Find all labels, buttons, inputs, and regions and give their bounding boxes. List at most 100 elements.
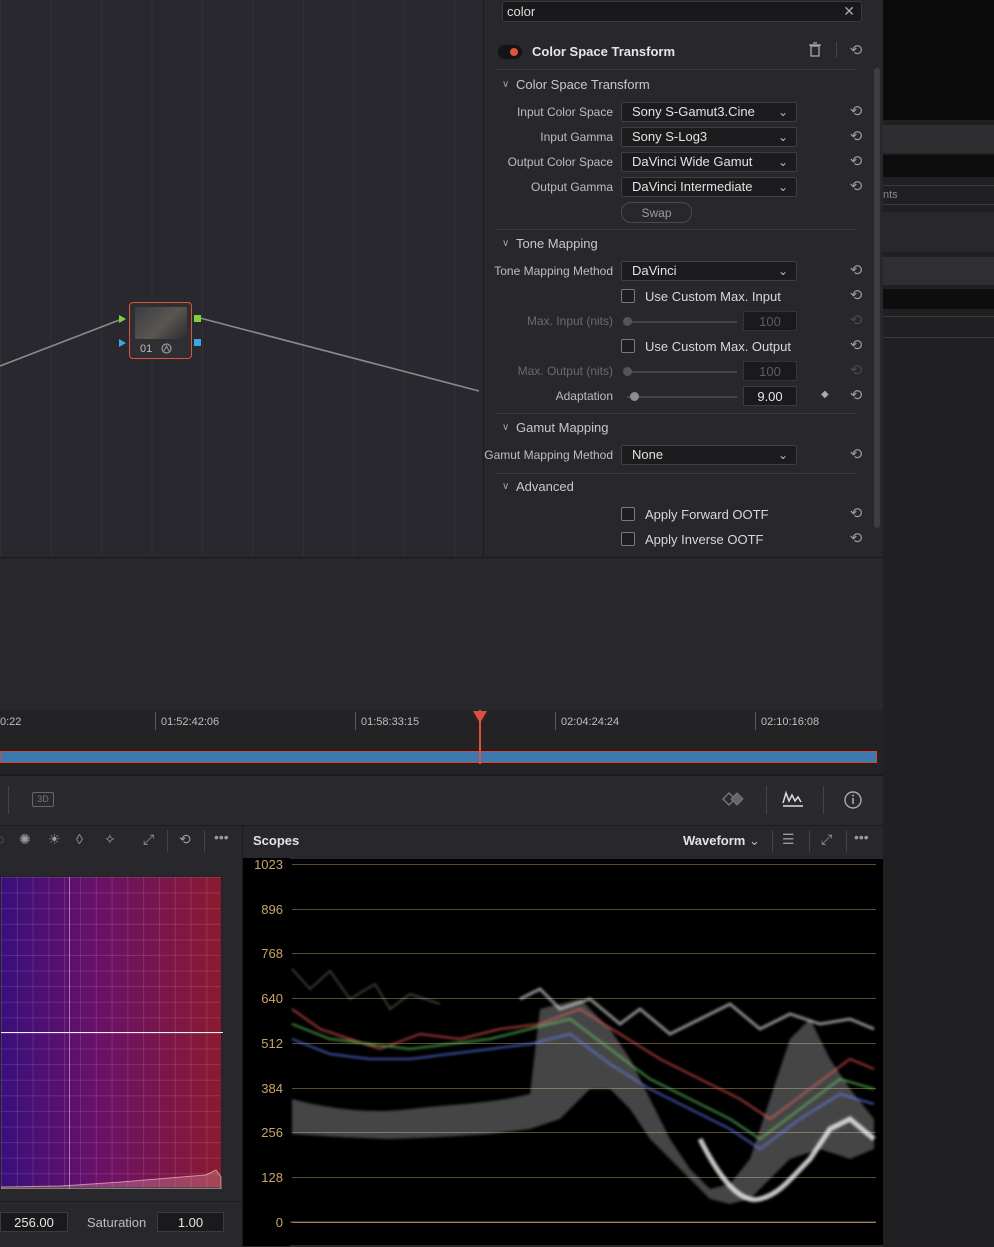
y-axis-label: 256 <box>261 1125 283 1140</box>
section-title-advanced[interactable]: Advanced <box>516 479 574 494</box>
input-gamma-dropdown[interactable]: Sony S-Log3 ⌄ <box>621 127 797 147</box>
effect-enable-toggle[interactable] <box>498 45 522 59</box>
apply-forward-ootf-checkbox[interactable] <box>621 507 635 521</box>
more-options-icon[interactable]: ••• <box>854 829 869 845</box>
search-input[interactable] <box>503 2 833 21</box>
lum-vs-sat-icon[interactable]: ◊ <box>76 831 83 847</box>
dropdown-value: Sony S-Log3 <box>632 129 708 144</box>
curve-graph[interactable] <box>0 876 223 1189</box>
search-field[interactable]: ✕ <box>502 1 862 22</box>
section-title-color-space[interactable]: Color Space Transform <box>516 77 650 92</box>
chevron-down-icon[interactable]: ∨ <box>502 238 509 249</box>
timeline-clip[interactable] <box>0 751 877 763</box>
dropdown-value: DaVinci Wide Gamut <box>632 154 753 169</box>
alpha-output-port[interactable] <box>194 339 201 346</box>
viewer-area <box>883 0 994 120</box>
toggle-dot <box>510 48 518 56</box>
divider <box>766 786 767 814</box>
expand-icon[interactable]: ⤢ <box>821 831 832 848</box>
reset-icon[interactable]: ⟲ <box>847 386 865 404</box>
reset-icon[interactable]: ⟲ <box>847 336 865 354</box>
output-color-space-label: Output Color Space <box>507 155 613 169</box>
max-input-slider[interactable] <box>627 321 737 323</box>
reset-icon[interactable]: ⟲ <box>847 127 865 145</box>
section-title-tone-mapping[interactable]: Tone Mapping <box>516 236 598 251</box>
divider <box>772 830 773 852</box>
custom-max-output-checkbox[interactable] <box>621 339 635 353</box>
reset-icon[interactable]: ⟲ <box>847 261 865 279</box>
reset-icon[interactable]: ⟲ <box>847 311 865 329</box>
chevron-down-icon: ⌄ <box>777 105 788 119</box>
reset-icon[interactable]: ⟲ <box>847 504 865 522</box>
reset-icon[interactable]: ⟲ <box>847 102 865 120</box>
gamut-mapping-method-dropdown[interactable]: None ⌄ <box>621 445 797 465</box>
reset-icon[interactable]: ⟲ <box>179 831 191 848</box>
3d-button[interactable]: 3D <box>32 792 54 807</box>
edge-row <box>883 212 994 252</box>
reset-icon[interactable]: ⟲ <box>847 152 865 170</box>
slider-handle[interactable] <box>623 317 632 326</box>
max-output-value[interactable]: 100 <box>743 361 797 381</box>
output-gamma-dropdown[interactable]: DaVinci Intermediate ⌄ <box>621 177 797 197</box>
saturation-value[interactable]: 1.00 <box>157 1212 224 1232</box>
rgb-input-port[interactable] <box>119 315 126 323</box>
reset-icon[interactable]: ⟲ <box>847 177 865 195</box>
y-axis-label: 768 <box>261 946 283 961</box>
playhead-marker[interactable] <box>473 711 487 723</box>
panel-scrollbar[interactable] <box>874 68 880 528</box>
curve-value-box[interactable]: 256.00 <box>0 1212 68 1232</box>
max-output-slider[interactable] <box>627 371 737 373</box>
divider <box>836 42 837 58</box>
curve-mode-icon[interactable]: ◌ <box>0 831 4 847</box>
output-color-space-dropdown[interactable]: DaVinci Wide Gamut ⌄ <box>621 152 797 172</box>
chevron-down-icon[interactable]: ∨ <box>502 422 509 433</box>
node-editor[interactable]: 01 <box>0 0 483 557</box>
slider-handle[interactable] <box>623 367 632 376</box>
mini-timeline[interactable]: 0:22 01:52:42:06 01:58:33:15 02:04:24:24… <box>0 710 883 774</box>
node-editor-lower <box>0 557 883 710</box>
color-node-01[interactable]: 01 <box>129 302 192 359</box>
edge-field: nts <box>883 185 994 205</box>
expand-icon[interactable]: ⤢ <box>143 831 154 848</box>
scopes-icon[interactable] <box>781 789 805 814</box>
clear-search-icon[interactable]: ✕ <box>843 3 855 20</box>
section-title-gamut-mapping[interactable]: Gamut Mapping <box>516 420 609 435</box>
chevron-down-icon: ⌄ <box>777 448 788 462</box>
hue-vs-sat-icon[interactable]: ☀ <box>48 831 61 848</box>
more-options-icon[interactable]: ••• <box>214 829 229 845</box>
timeline-tick <box>155 712 156 730</box>
reset-icon[interactable]: ⟲ <box>847 529 865 547</box>
reset-all-icon[interactable]: ⟲ <box>847 41 865 59</box>
keyframes-icon[interactable] <box>721 789 745 814</box>
sat-vs-sat-icon[interactable]: ✧ <box>104 831 116 848</box>
dropdown-value: DaVinci <box>632 263 677 278</box>
apply-inverse-ootf-checkbox[interactable] <box>621 532 635 546</box>
keyframe-diamond-icon[interactable]: ◆ <box>821 389 829 400</box>
reset-icon[interactable]: ⟲ <box>847 286 865 304</box>
reset-icon[interactable]: ⟲ <box>847 445 865 463</box>
swap-button[interactable]: Swap <box>621 202 692 223</box>
hue-vs-hue-icon[interactable]: ✺ <box>19 831 31 848</box>
chevron-down-icon[interactable]: ∨ <box>502 79 509 90</box>
edge-row <box>883 257 994 285</box>
rgb-output-port[interactable] <box>194 315 201 322</box>
adaptation-value[interactable]: 9.00 <box>743 386 797 406</box>
scope-settings-icon[interactable]: ☰ <box>782 831 795 848</box>
info-icon[interactable] <box>843 790 863 815</box>
reset-icon[interactable]: ⟲ <box>847 361 865 379</box>
tone-mapping-method-dropdown[interactable]: DaVinci ⌄ <box>621 261 797 281</box>
trash-icon[interactable] <box>808 42 822 63</box>
input-color-space-dropdown[interactable]: Sony S-Gamut3.Cine ⌄ <box>621 102 797 122</box>
edge-row <box>883 125 994 153</box>
chevron-down-icon[interactable]: ∨ <box>502 481 509 492</box>
apply-inverse-ootf-label: Apply Inverse OOTF <box>645 532 764 547</box>
adaptation-slider[interactable] <box>627 396 737 398</box>
scope-mode-dropdown[interactable]: Waveform ⌄ <box>683 833 760 849</box>
slider-handle[interactable] <box>630 392 639 401</box>
chevron-down-icon: ⌄ <box>749 833 760 848</box>
custom-max-input-checkbox[interactable] <box>621 289 635 303</box>
alpha-input-port[interactable] <box>119 339 126 347</box>
timecode-label: 0:22 <box>0 716 22 728</box>
divider <box>204 830 205 852</box>
max-input-value[interactable]: 100 <box>743 311 797 331</box>
